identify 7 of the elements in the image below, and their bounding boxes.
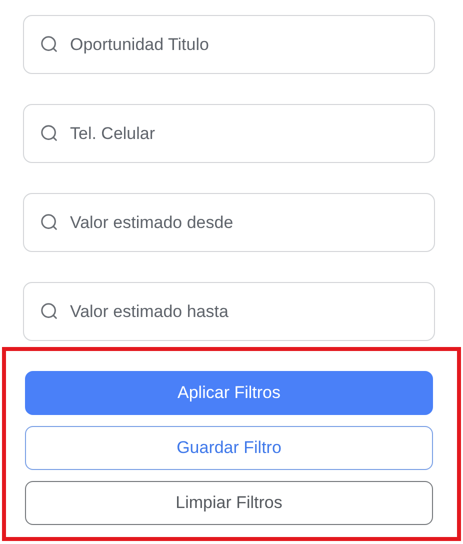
- search-field[interactable]: Oportunidad Titulo: [23, 15, 435, 74]
- filter-button[interactable]: Aplicar Filtros: [25, 371, 433, 415]
- search-field[interactable]: Tel. Celular: [23, 104, 435, 163]
- filter-button[interactable]: Guardar Filtro: [25, 426, 433, 470]
- search-field[interactable]: Valor estimado desde: [23, 193, 435, 252]
- search-field[interactable]: Valor estimado hasta: [23, 282, 435, 341]
- filter-button[interactable]: Limpiar Filtros: [25, 481, 433, 525]
